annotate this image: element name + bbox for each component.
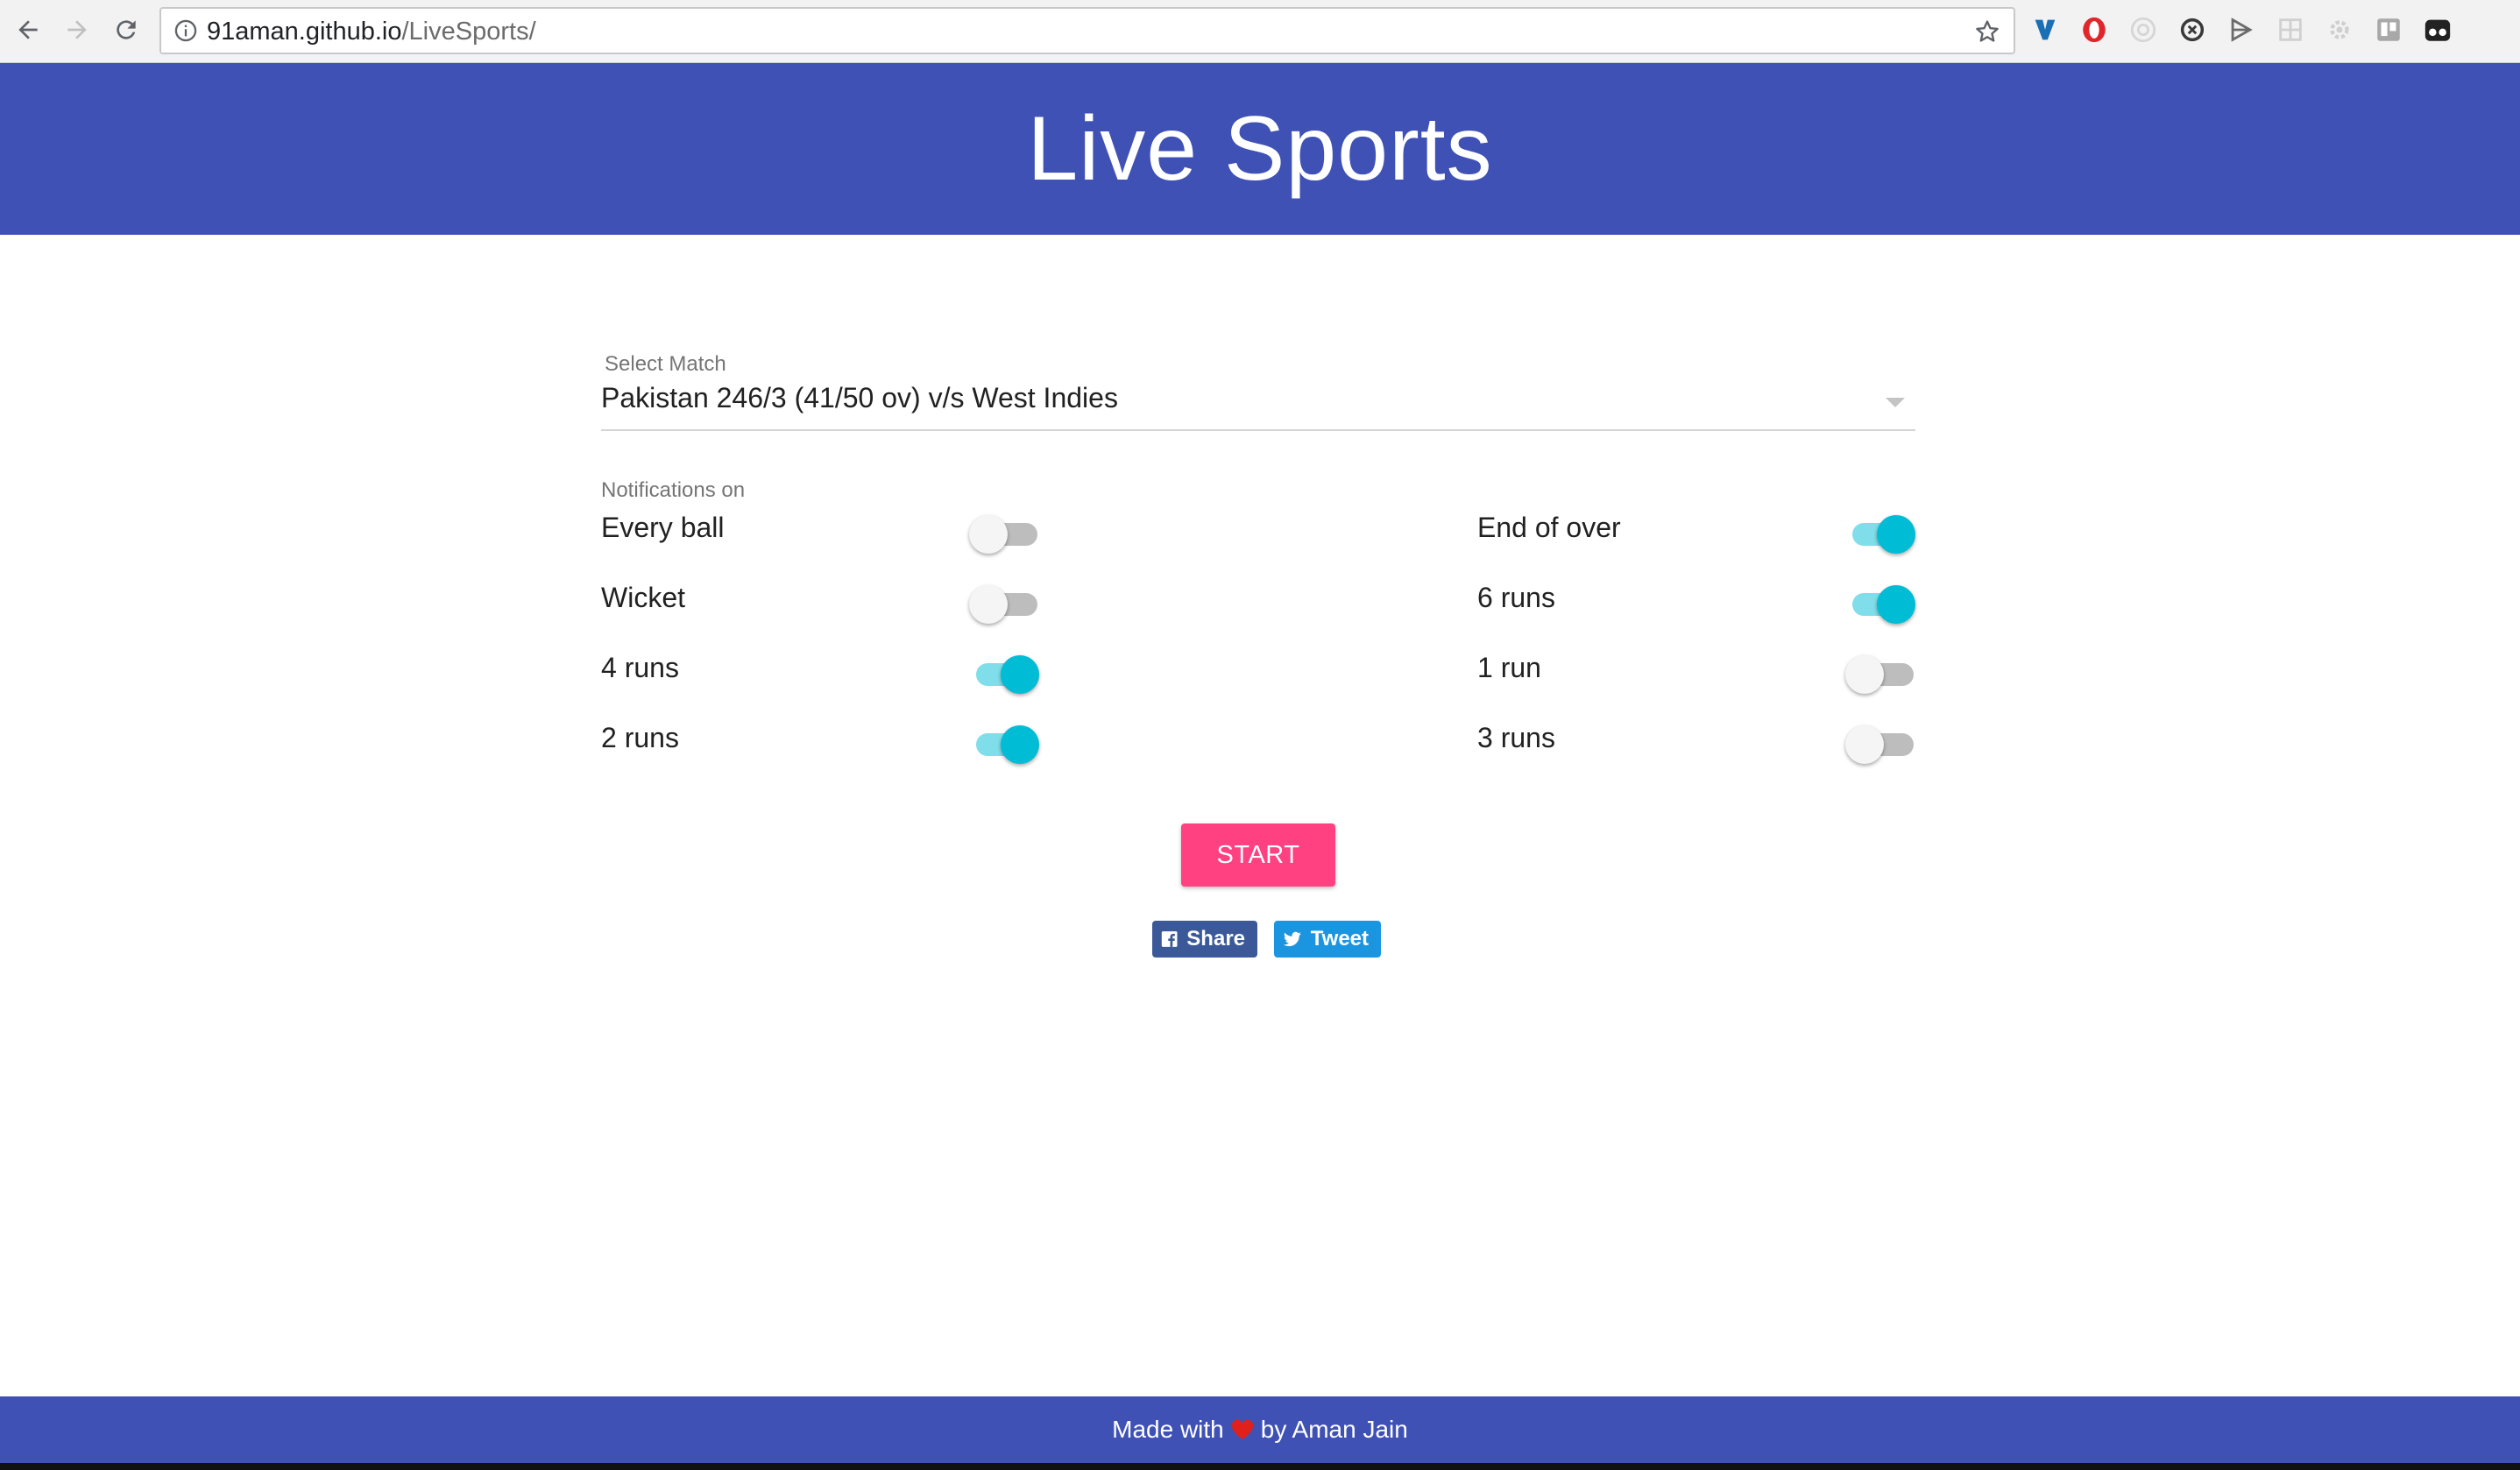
bookmark-star-icon[interactable] — [1973, 18, 2001, 46]
glasses-icon[interactable] — [2422, 14, 2453, 46]
switch-thumb — [1845, 725, 1884, 764]
vimium-icon[interactable] — [2029, 14, 2061, 46]
toggle-label: 3 runs — [1477, 722, 1555, 753]
toggle-row-3-runs: 3 runs — [1477, 715, 1915, 767]
selected-match: Pakistan 246/3 (41/50 ov) v/s West Indie… — [601, 382, 1118, 413]
heart-icon — [1231, 1420, 1253, 1439]
switch-thumb — [1877, 515, 1915, 554]
toggle-label: 1 run — [1477, 652, 1541, 683]
facebook-share-button[interactable]: Share — [1152, 921, 1257, 958]
switch-thumb — [1877, 585, 1915, 624]
grid-icon[interactable] — [2275, 14, 2306, 46]
select-match-label: Select Match — [605, 352, 726, 376]
page-title: Live Sports — [1027, 97, 1493, 200]
arrow-right-icon — [67, 20, 87, 39]
window-bottom-edge — [0, 1463, 2520, 1470]
footer: Made with by Aman Jain — [0, 1396, 2520, 1463]
caret-down-icon — [1886, 398, 1905, 407]
wicket-switch[interactable] — [969, 583, 1039, 624]
toggle-label: 2 runs — [601, 722, 679, 753]
switch-thumb — [969, 515, 1008, 554]
toggle-row-2-runs: 2 runs — [601, 715, 1039, 767]
toggle-row-end-of-over: End of over — [1477, 505, 1915, 557]
toggle-row-every-ball: Every ball — [601, 505, 1039, 557]
browser-toolbar: 91aman.github.io/LiveSports/ — [0, 0, 2520, 63]
reload-button[interactable] — [109, 12, 144, 47]
switch-thumb — [1845, 655, 1884, 694]
toggle-label: 4 runs — [601, 652, 679, 683]
toggle-row-6-runs: 6 runs — [1477, 575, 1915, 627]
toggle-label: Wicket — [601, 582, 685, 613]
trello-icon[interactable] — [2373, 14, 2404, 46]
url-host: 91aman.github.io — [207, 18, 402, 46]
4-runs-switch[interactable] — [969, 654, 1039, 694]
notifications-label: Notifications on — [601, 478, 746, 502]
switch-thumb — [1001, 655, 1039, 694]
match-select[interactable]: Pakistan 246/3 (41/50 ov) v/s West Indie… — [601, 380, 1915, 431]
footer-author: by Aman Jain — [1260, 1416, 1408, 1443]
gear-icon[interactable] — [2324, 14, 2355, 46]
address-bar[interactable]: 91aman.github.io/LiveSports/ — [159, 7, 2015, 54]
end-of-over-switch[interactable] — [1845, 513, 1915, 554]
switch-thumb — [1001, 725, 1039, 764]
tweet-label: Tweet — [1310, 927, 1369, 951]
1-run-switch[interactable] — [1845, 654, 1915, 694]
facebook-icon — [1161, 931, 1178, 947]
target-icon[interactable] — [2127, 14, 2159, 46]
app-header: Live Sports — [0, 63, 2520, 235]
bolt-icon[interactable] — [2226, 14, 2257, 46]
sync-icon[interactable] — [2177, 14, 2208, 46]
share-label: Share — [1186, 927, 1245, 951]
footer-made-with: Made with — [1112, 1416, 1224, 1443]
opera-icon[interactable] — [2078, 14, 2110, 46]
back-button[interactable] — [11, 12, 46, 47]
6-runs-switch[interactable] — [1845, 583, 1915, 624]
arrow-left-icon — [18, 20, 38, 39]
toggle-label: Every ball — [601, 512, 725, 543]
toggle-row-wicket: Wicket — [601, 575, 1039, 627]
twitter-tweet-button[interactable]: Tweet — [1274, 921, 1381, 958]
twitter-bird-icon — [1283, 931, 1301, 947]
every-ball-switch[interactable] — [969, 513, 1039, 554]
url-text[interactable]: 91aman.github.io/LiveSports/ — [207, 18, 536, 46]
toggle-row-4-runs: 4 runs — [601, 645, 1039, 697]
toggle-row-1-run: 1 run — [1477, 645, 1915, 697]
3-runs-switch[interactable] — [1845, 724, 1915, 764]
info-icon[interactable] — [173, 18, 198, 43]
url-path: /LiveSports/ — [401, 18, 536, 46]
start-button[interactable]: START — [1181, 823, 1335, 887]
2-runs-switch[interactable] — [969, 724, 1039, 764]
switch-thumb — [969, 585, 1008, 624]
forward-button[interactable] — [60, 12, 95, 47]
toggle-label: 6 runs — [1477, 582, 1555, 613]
reload-icon — [117, 20, 136, 39]
toggle-label: End of over — [1477, 512, 1621, 543]
